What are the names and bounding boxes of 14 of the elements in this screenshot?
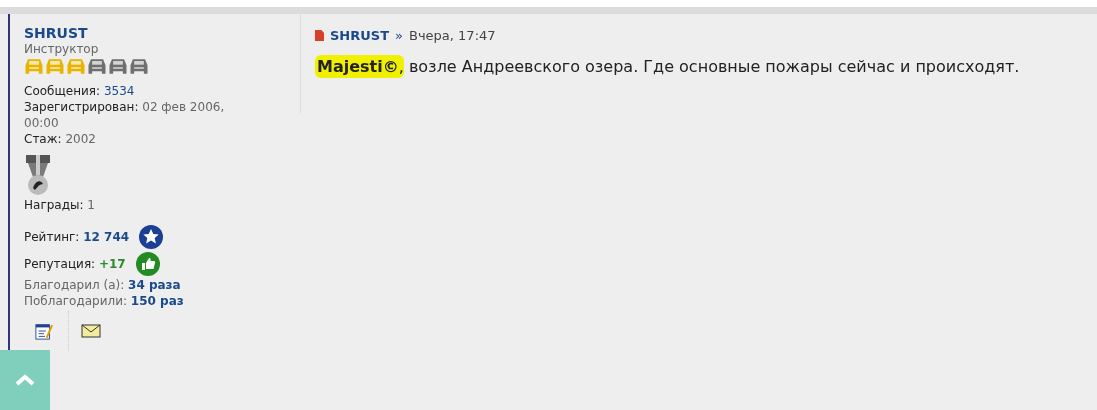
profile-stat: Сообщения: 3534 bbox=[24, 83, 136, 99]
awards-count: Награды: 1 bbox=[24, 197, 95, 213]
thanks-stat: Поблагодарили: 150 раз bbox=[24, 293, 184, 309]
post-time: Вчера, 17:47 bbox=[409, 28, 496, 43]
thanks-stat: Благодарил (а): 34 раза bbox=[24, 277, 181, 293]
separator-text: » bbox=[395, 28, 403, 43]
rank-title: Инструктор bbox=[24, 42, 99, 56]
profile-stat: Стаж: 2002 bbox=[24, 131, 97, 147]
rating-text: Рейтинг: 12 744 bbox=[24, 229, 130, 244]
author-link[interactable]: SHRUST bbox=[330, 28, 390, 43]
username-link[interactable]: SHRUST bbox=[24, 26, 88, 40]
reputation-text: Репутация: +17 bbox=[24, 256, 126, 271]
post-text: Majesti©, возле Андреевского озера. Где основные пожары сейчас и происходят. bbox=[315, 57, 1021, 76]
profile-stat: Зарегистрирован: 02 фев 2006, 00:00 bbox=[24, 99, 226, 131]
